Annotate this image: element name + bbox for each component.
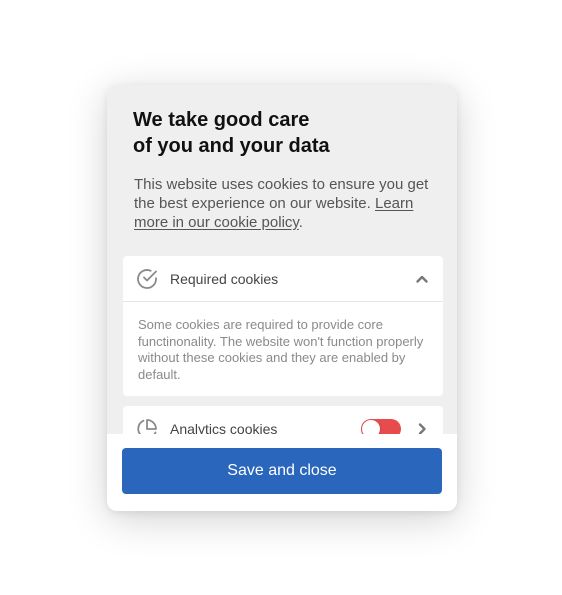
save-and-close-button[interactable]: Save and close — [122, 448, 442, 494]
dialog-footer: Save and close — [107, 434, 457, 511]
title-line-2: of you and your data — [133, 135, 330, 157]
dialog-title: We take good care of you and your data — [133, 107, 393, 159]
required-cookies-header[interactable]: Required cookies — [123, 256, 443, 302]
description-suffix: . — [298, 214, 303, 231]
chevron-up-icon[interactable] — [413, 270, 431, 288]
required-cookies-label: Required cookies — [170, 270, 279, 287]
required-cookies-card: Required cookies Some cookies are requir… — [123, 256, 443, 396]
required-cookies-description: Some cookies are required to provide cor… — [138, 317, 424, 382]
check-circle-icon — [135, 267, 159, 291]
cookie-consent-dialog: We take good care of you and your data T… — [107, 85, 457, 511]
dialog-description: This website uses cookies to ensure you … — [134, 175, 434, 232]
title-line-1: We take good care — [133, 109, 310, 131]
